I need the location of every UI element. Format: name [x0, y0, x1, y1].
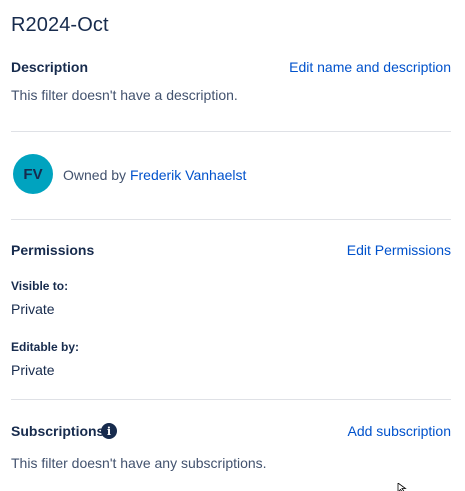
mouse-cursor-icon: [397, 483, 407, 491]
editable-by-value: Private: [11, 362, 55, 378]
owner-line: Owned by Frederik Vanhaelst: [63, 167, 246, 183]
edit-name-description-link[interactable]: Edit name and description: [289, 59, 451, 75]
owner-avatar[interactable]: FV: [13, 154, 53, 194]
filter-title: R2024-Oct: [11, 14, 109, 36]
owner-name-link[interactable]: Frederik Vanhaelst: [130, 167, 246, 183]
owner-prefix: Owned by: [63, 167, 130, 183]
visible-to-label: Visible to:: [11, 279, 69, 293]
description-text: This filter doesn't have a description.: [11, 87, 238, 103]
divider: [11, 131, 451, 132]
editable-by-label: Editable by:: [11, 340, 80, 354]
description-heading: Description: [11, 59, 89, 75]
filter-details-panel: R2024-Oct Description Edit name and desc…: [0, 0, 465, 491]
subscriptions-text: This filter doesn't have any subscriptio…: [11, 455, 267, 471]
visible-to-value: Private: [11, 301, 55, 317]
divider: [11, 399, 451, 400]
add-subscription-link[interactable]: Add subscription: [347, 423, 451, 439]
subscriptions-heading: Subscriptions: [11, 423, 105, 439]
edit-permissions-link[interactable]: Edit Permissions: [347, 242, 451, 258]
permissions-heading: Permissions: [11, 242, 95, 258]
divider: [11, 219, 451, 220]
info-icon[interactable]: i: [101, 423, 117, 439]
